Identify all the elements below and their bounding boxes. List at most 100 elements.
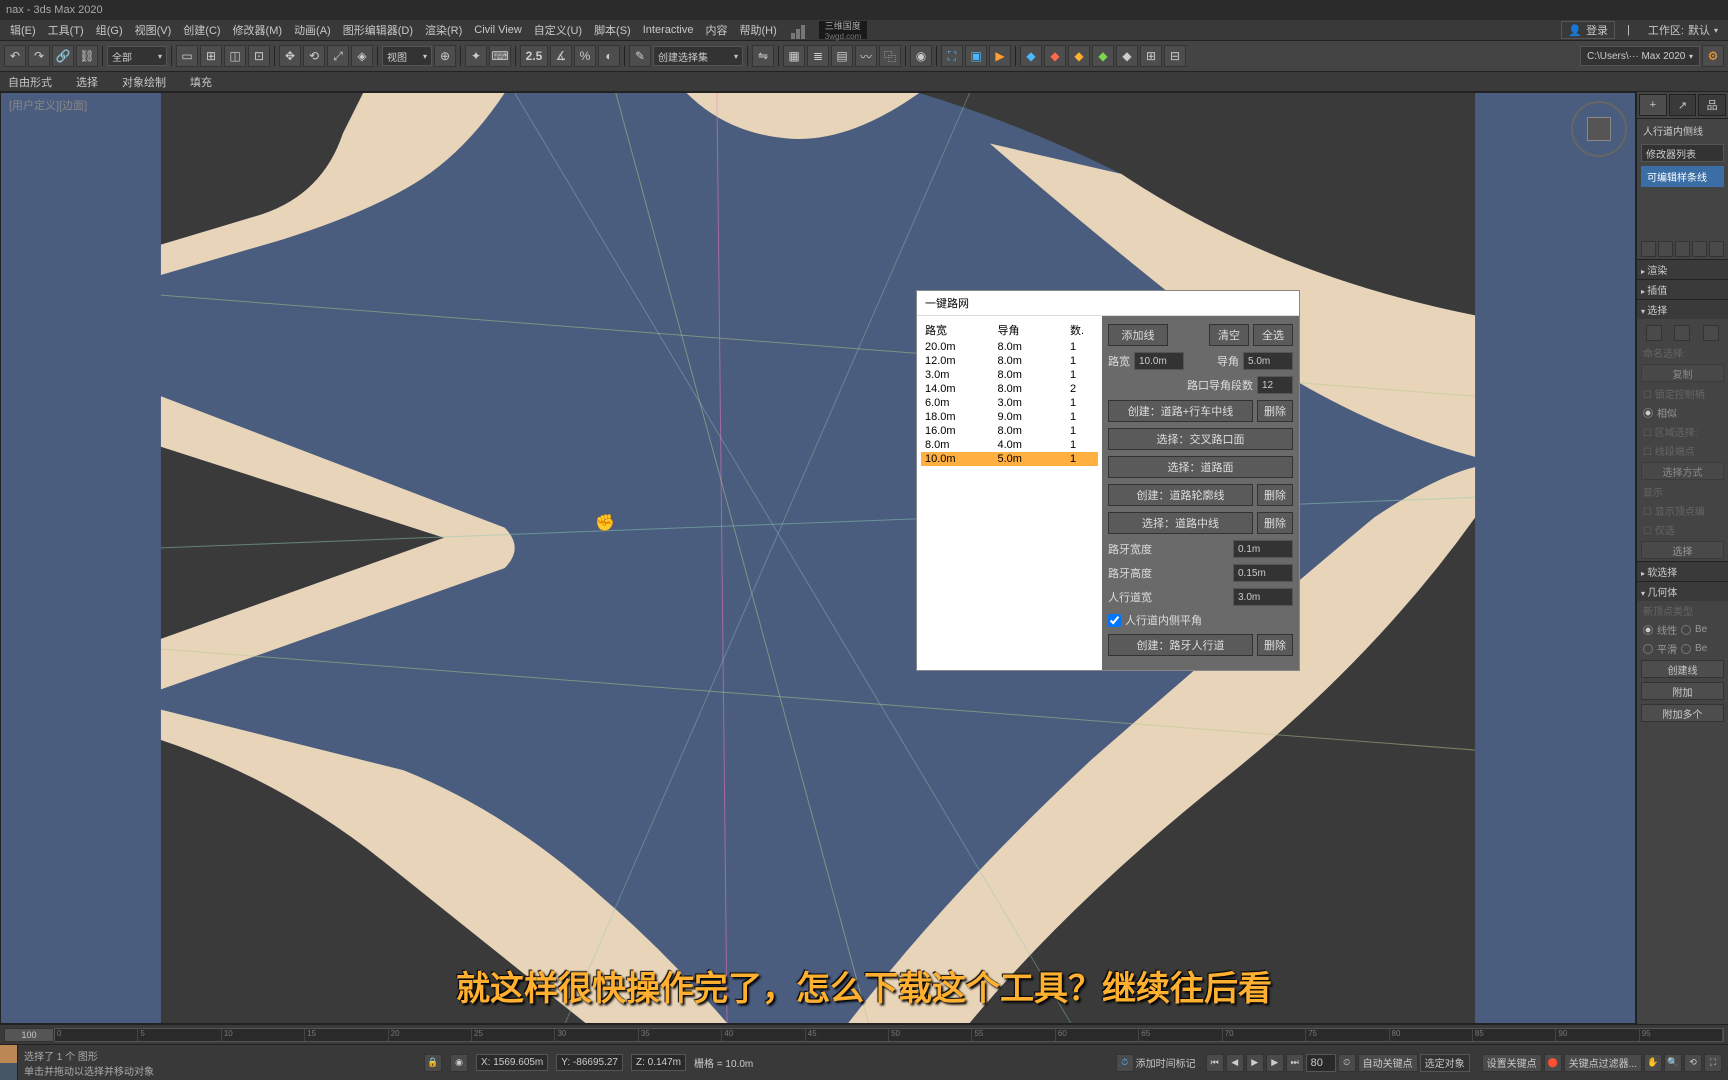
undo-icon[interactable]: ↶ — [4, 45, 26, 67]
section-soft-selection[interactable]: 软选择 — [1637, 561, 1728, 581]
render-icon[interactable]: ▶ — [989, 45, 1011, 67]
percent-snap-icon[interactable]: % — [574, 45, 596, 67]
isolate-icon[interactable]: ◉ — [450, 1054, 468, 1072]
make-unique-icon[interactable] — [1675, 241, 1690, 257]
section-selection[interactable]: 选择 — [1637, 299, 1728, 319]
nav-max-icon[interactable]: ⛶ — [1704, 1054, 1722, 1072]
segment-subobj-icon[interactable] — [1674, 325, 1690, 341]
time-tag-icon[interactable]: ⏱ — [1116, 1054, 1134, 1072]
tool-a-icon[interactable]: ◆ — [1020, 45, 1042, 67]
delete-walk-button[interactable]: 删除 — [1257, 634, 1293, 656]
create-tab-icon[interactable]: + — [1639, 94, 1667, 116]
ref-coord-dropdown[interactable]: 视图▾ — [382, 46, 432, 66]
show-end-result-icon[interactable] — [1658, 241, 1673, 257]
window-crossing-icon[interactable]: ⊡ — [248, 45, 270, 67]
modifier-list-dropdown[interactable]: 修改器列表 — [1641, 144, 1724, 162]
table-row[interactable]: 14.0m8.0m2 — [921, 382, 1098, 396]
curb-h-spinner[interactable]: 0.15m — [1233, 564, 1293, 582]
key-filter-button[interactable]: 关键点过滤器... — [1564, 1054, 1642, 1072]
road-plugin-panel[interactable]: 一键路网 路宽 导角 数. 20.0m8.0m112.0m8.0m13.0m8.… — [916, 290, 1300, 671]
lock-selection-icon[interactable]: 🔒 — [424, 1054, 442, 1072]
login-button[interactable]: 👤 登录 — [1561, 21, 1615, 39]
create-walk-button[interactable]: 创建：路牙人行道 — [1108, 634, 1253, 656]
attach-button[interactable]: 附加 — [1641, 682, 1724, 700]
select-region-icon[interactable]: ◫ — [224, 45, 246, 67]
coord-z[interactable]: Z: 0.147m — [631, 1054, 686, 1071]
clear-button[interactable]: 清空 — [1209, 324, 1249, 346]
key-mode-icon[interactable]: ⬤ — [1544, 1054, 1562, 1072]
viewcube[interactable] — [1571, 101, 1627, 157]
section-rendering[interactable]: 渲染 — [1637, 259, 1728, 279]
tool-d-icon[interactable]: ◆ — [1092, 45, 1114, 67]
table-row[interactable]: 18.0m9.0m1 — [921, 410, 1098, 424]
vertex-subobj-icon[interactable] — [1646, 325, 1662, 341]
coord-x[interactable]: X: 1569.605m — [476, 1054, 548, 1071]
link-icon[interactable]: 🔗 — [52, 45, 74, 67]
nav-zoom-icon[interactable]: 🔍 — [1664, 1054, 1682, 1072]
filter-dropdown[interactable]: 全部▾ — [107, 46, 167, 66]
play-icon[interactable]: ▶ — [1246, 1054, 1264, 1072]
viewport-label[interactable]: [用户定义][边面] — [9, 97, 87, 113]
select-center-button[interactable]: 选择：道路中线 — [1108, 512, 1253, 534]
mirror-icon[interactable]: ⇋ — [752, 45, 774, 67]
attach-mult-button[interactable]: 附加多个 — [1641, 704, 1724, 722]
create-line-button[interactable]: 创建线 — [1641, 660, 1724, 678]
frame-indicator[interactable]: 100 — [4, 1028, 54, 1042]
stats-icon[interactable] — [791, 21, 819, 39]
nav-pan-icon[interactable]: ✋ — [1644, 1054, 1662, 1072]
goto-end-icon[interactable]: ⏭ — [1286, 1054, 1304, 1072]
tool-c-icon[interactable]: ◆ — [1068, 45, 1090, 67]
material-editor-icon[interactable]: ◉ — [910, 45, 932, 67]
menu-tools[interactable]: 工具(T) — [42, 20, 90, 40]
spline-subobj-icon[interactable] — [1703, 325, 1719, 341]
delete-center-button[interactable]: 删除 — [1257, 512, 1293, 534]
scale-icon[interactable]: ⤢ — [327, 45, 349, 67]
width-spinner[interactable]: 10.0m — [1134, 352, 1184, 370]
render-setup-icon[interactable]: ⛶ — [941, 45, 963, 67]
inner-flat-checkbox[interactable] — [1108, 614, 1121, 627]
walk-w-spinner[interactable]: 3.0m — [1233, 588, 1293, 606]
keyboard-shortcut-icon[interactable]: ⌨ — [489, 45, 511, 67]
section-interpolation[interactable]: 插值 — [1637, 279, 1728, 299]
menu-graph-editors[interactable]: 图形编辑器(D) — [337, 20, 419, 40]
current-frame-field[interactable]: 80 — [1306, 1054, 1336, 1072]
toggle-ribbon-icon[interactable]: ▤ — [831, 45, 853, 67]
menu-customize[interactable]: 自定义(U) — [528, 20, 588, 40]
next-frame-icon[interactable]: ▶ — [1266, 1054, 1284, 1072]
lock-handles-check[interactable]: ☐ 锁定控制柄 — [1637, 384, 1728, 403]
bz-radio[interactable] — [1681, 644, 1691, 654]
unlink-icon[interactable]: ⛓ — [76, 45, 98, 67]
menu-civil-view[interactable]: Civil View — [468, 22, 527, 38]
add-time-tag-label[interactable]: 添加时间标记 — [1136, 1055, 1196, 1070]
menu-rendering[interactable]: 渲染(R) — [419, 20, 468, 40]
tab-object-paint[interactable]: 对象绘制 — [122, 74, 166, 90]
tool-g-icon[interactable]: ⊟ — [1164, 45, 1186, 67]
script-listener-toggle[interactable] — [0, 1045, 18, 1080]
manipulate-icon[interactable]: ✦ — [465, 45, 487, 67]
tool-f-icon[interactable]: ⊞ — [1140, 45, 1162, 67]
smooth-radio[interactable] — [1643, 644, 1653, 654]
angle-snap-icon[interactable]: ∡ — [550, 45, 572, 67]
table-row[interactable]: 6.0m3.0m1 — [921, 396, 1098, 410]
schematic-view-icon[interactable]: ⿻ — [879, 45, 901, 67]
coord-y[interactable]: Y: -86695.27 — [556, 1054, 623, 1071]
menu-modifiers[interactable]: 修改器(M) — [227, 20, 289, 40]
auto-key-button[interactable]: 自动关键点 — [1358, 1054, 1418, 1072]
select-name-icon[interactable]: ⊞ — [200, 45, 222, 67]
table-row[interactable]: 16.0m8.0m1 — [921, 424, 1098, 438]
table-row[interactable]: 20.0m8.0m1 — [921, 340, 1098, 354]
set-key-button[interactable]: 设置关键点 — [1482, 1054, 1542, 1072]
configure-sets-icon[interactable] — [1709, 241, 1724, 257]
menu-help[interactable]: 帮助(H) — [733, 20, 782, 40]
layers-icon[interactable]: ≣ — [807, 45, 829, 67]
table-row[interactable]: 10.0m5.0m1 — [921, 452, 1098, 466]
menu-interactive[interactable]: Interactive — [637, 22, 700, 38]
radius-spinner[interactable]: 5.0m — [1243, 352, 1293, 370]
settings-gear-icon[interactable]: ⚙ — [1702, 45, 1724, 67]
copy-button[interactable]: 复制 — [1641, 364, 1724, 382]
rotate-icon[interactable]: ⟲ — [303, 45, 325, 67]
hierarchy-tab-icon[interactable]: 品 — [1698, 94, 1726, 116]
redo-icon[interactable]: ↷ — [28, 45, 50, 67]
section-geometry[interactable]: 几何体 — [1637, 581, 1728, 601]
time-config-icon[interactable]: ⏲ — [1338, 1054, 1356, 1072]
